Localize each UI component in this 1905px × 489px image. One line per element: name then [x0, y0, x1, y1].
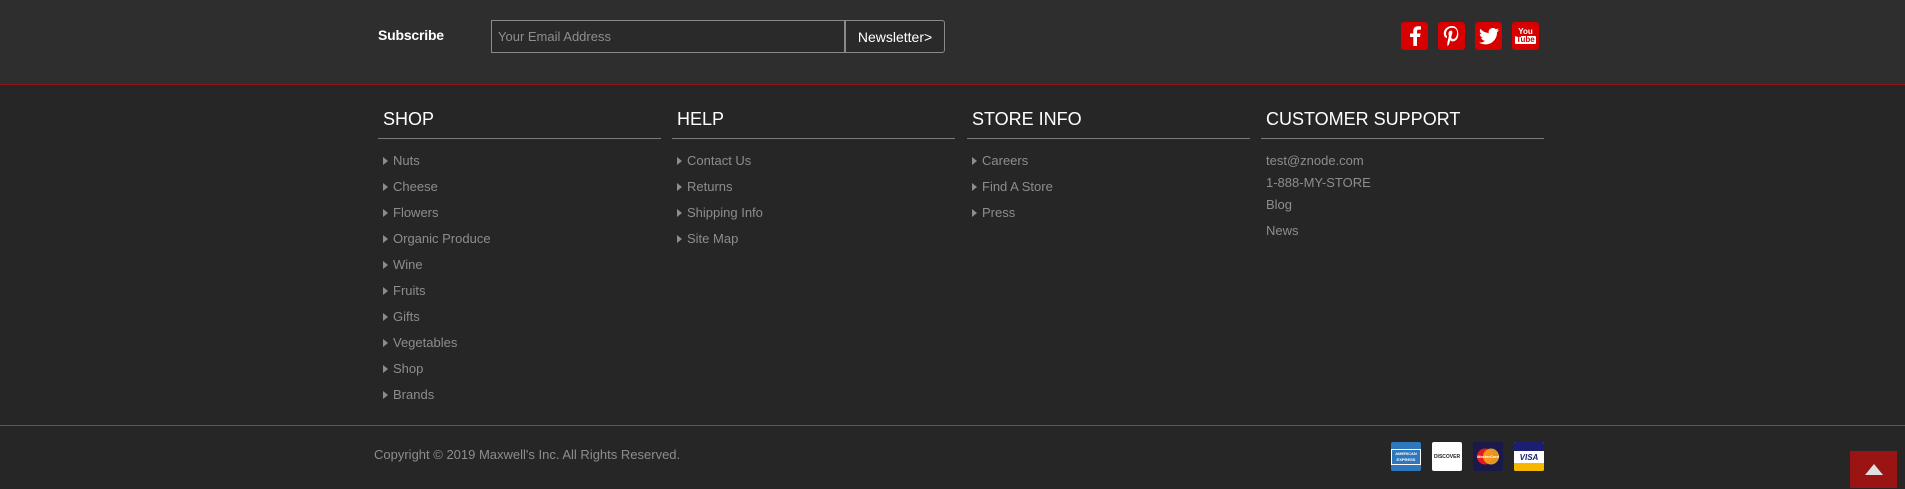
pinterest-icon[interactable]: [1438, 22, 1465, 50]
shop-link[interactable]: Organic Produce: [378, 230, 661, 256]
caret-right-icon: [677, 235, 682, 243]
scroll-to-top-button[interactable]: [1850, 451, 1897, 488]
link-label: Brands: [393, 387, 435, 402]
caret-right-icon: [677, 157, 682, 165]
shop-link[interactable]: Fruits: [378, 282, 661, 308]
store-info-list: Careers Find A Store Press: [967, 152, 1250, 230]
link-label: Find A Store: [982, 179, 1053, 194]
help-link[interactable]: Returns: [672, 178, 955, 204]
shop-link[interactable]: Wine: [378, 256, 661, 282]
link-label: Vegetables: [393, 335, 458, 350]
newsletter-bar: Subscribe Newsletter> You Tube: [0, 0, 1905, 85]
copyright-text: Copyright © 2019 Maxwell's Inc. All Righ…: [374, 447, 681, 462]
shop-link[interactable]: Shop: [378, 360, 661, 386]
news-link[interactable]: News: [1266, 222, 1544, 244]
link-label: Shop: [393, 361, 424, 376]
caret-right-icon: [383, 391, 388, 399]
blog-link[interactable]: Blog: [1266, 196, 1544, 222]
caret-right-icon: [383, 261, 388, 269]
link-label: Shipping Info: [687, 205, 763, 220]
arrow-up-icon: [1864, 464, 1883, 475]
shop-list: Nuts Cheese Flowers Organic Produce Wine…: [378, 152, 661, 412]
twitter-icon[interactable]: [1475, 22, 1502, 50]
link-label: Site Map: [687, 231, 739, 246]
help-list: Contact Us Returns Shipping Info Site Ma…: [672, 152, 955, 256]
caret-right-icon: [972, 157, 977, 165]
visa-icon: VISA: [1514, 442, 1544, 471]
caret-right-icon: [383, 339, 388, 347]
shop-link[interactable]: Gifts: [378, 308, 661, 334]
shop-heading: SHOP: [378, 104, 661, 139]
store-info-link[interactable]: Careers: [967, 152, 1250, 178]
youtube-text-bottom: Tube: [1515, 35, 1536, 44]
shop-link[interactable]: Cheese: [378, 178, 661, 204]
help-link[interactable]: Shipping Info: [672, 204, 955, 230]
email-input[interactable]: [491, 20, 845, 53]
link-label: Nuts: [393, 153, 420, 168]
store-info-heading: STORE INFO: [967, 104, 1250, 139]
link-label: Press: [982, 205, 1016, 220]
help-link[interactable]: Site Map: [672, 230, 955, 256]
caret-right-icon: [383, 157, 388, 165]
store-info-link[interactable]: Find A Store: [967, 178, 1250, 204]
help-heading: HELP: [672, 104, 955, 139]
caret-right-icon: [972, 209, 977, 217]
caret-right-icon: [383, 209, 388, 217]
youtube-icon[interactable]: You Tube: [1512, 22, 1539, 50]
mastercard-icon: MasterCard: [1473, 442, 1503, 471]
customer-support-heading: CUSTOMER SUPPORT: [1261, 104, 1544, 139]
link-label: Cheese: [393, 179, 438, 194]
support-phone: 1-888-MY-STORE: [1266, 175, 1371, 190]
caret-right-icon: [383, 313, 388, 321]
caret-right-icon: [383, 183, 388, 191]
caret-right-icon: [383, 365, 388, 373]
shop-column: SHOP Nuts Cheese Flowers Organic Produce…: [378, 104, 661, 412]
newsletter-button[interactable]: Newsletter>: [845, 20, 945, 53]
help-column: HELP Contact Us Returns Shipping Info Si…: [672, 104, 955, 256]
link-label: Careers: [982, 153, 1029, 168]
caret-right-icon: [383, 287, 388, 295]
subscribe-label: Subscribe: [378, 27, 444, 43]
link-label: Returns: [687, 179, 733, 194]
store-info-link[interactable]: Press: [967, 204, 1250, 230]
shop-link[interactable]: Brands: [378, 386, 661, 412]
link-label: Fruits: [393, 283, 426, 298]
shop-link[interactable]: Nuts: [378, 152, 661, 178]
caret-right-icon: [677, 183, 682, 191]
facebook-icon[interactable]: [1401, 22, 1428, 50]
amex-text: AMERICAN EXPRESS: [1391, 448, 1421, 465]
mastercard-text: MasterCard: [1476, 454, 1499, 459]
link-label: Flowers: [393, 205, 439, 220]
help-link[interactable]: Contact Us: [672, 152, 955, 178]
support-list: test@znode.com 1-888-MY-STORE Blog News: [1261, 152, 1544, 244]
customer-support-column: CUSTOMER SUPPORT test@znode.com 1-888-MY…: [1261, 104, 1544, 244]
caret-right-icon: [677, 209, 682, 217]
link-label: Wine: [393, 257, 423, 272]
link-label: Organic Produce: [393, 231, 491, 246]
footer-bottom-bar: Copyright © 2019 Maxwell's Inc. All Righ…: [0, 425, 1905, 489]
link-label: Contact Us: [687, 153, 752, 168]
support-email-link[interactable]: test@znode.com: [1266, 152, 1544, 174]
discover-text: DISCOVER: [1433, 453, 1461, 460]
caret-right-icon: [972, 183, 977, 191]
shop-link[interactable]: Vegetables: [378, 334, 661, 360]
visa-text: VISA: [1519, 452, 1539, 462]
amex-icon: AMERICAN EXPRESS: [1391, 442, 1421, 471]
link-label: Gifts: [393, 309, 420, 324]
store-info-column: STORE INFO Careers Find A Store Press: [967, 104, 1250, 230]
discover-icon: DISCOVER: [1432, 442, 1462, 471]
shop-link[interactable]: Flowers: [378, 204, 661, 230]
caret-right-icon: [383, 235, 388, 243]
